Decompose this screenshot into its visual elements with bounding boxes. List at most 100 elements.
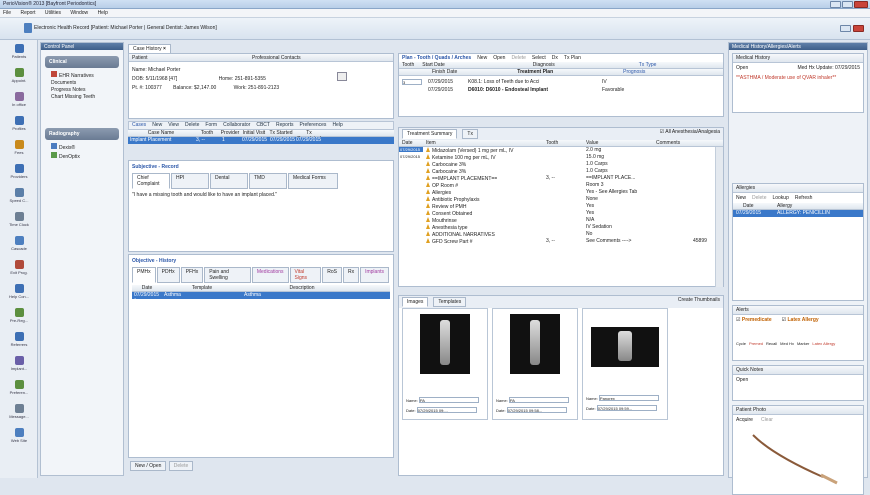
ehr-narratives-item[interactable]: EHR Narratives (51, 71, 113, 80)
radiography-group-header[interactable]: Radiography (45, 128, 119, 140)
medhx-update[interactable]: Med Hx Update: 07/29/2015 (797, 65, 860, 71)
sidebar-item-in-office[interactable]: In office (0, 92, 38, 107)
menu-utilities[interactable]: Utilities (45, 10, 61, 16)
image-thumbnail[interactable]: Name: PA Date: 07/29/2015 09:58... (492, 308, 578, 420)
anesthesia-checkbox[interactable]: ☑ All Anesthesia/Analgesia (660, 129, 720, 139)
menu-file[interactable]: File (3, 10, 11, 16)
delete-button[interactable]: Delete (168, 461, 194, 471)
history-row[interactable]: 07/29/2015 (... Asthma Asthma (132, 292, 390, 304)
tx-row[interactable]: Carbocaine 3% 1.0 Carps (423, 168, 713, 175)
plan-tool-2[interactable]: Delete (511, 55, 525, 61)
case-col-header[interactable]: Tx Started (268, 130, 294, 136)
edit-contacts-icon[interactable] (337, 72, 347, 81)
sidebar-item-implant[interactable]: Implant... (0, 356, 38, 371)
progress-notes-item[interactable]: Progress Notes (51, 87, 113, 94)
sidebar-item-appointment[interactable]: Appoint. (0, 68, 38, 83)
objective-tab[interactable]: Medications (251, 267, 289, 283)
sidebar-item-pre-reg[interactable]: Pre-Reg... (0, 308, 38, 323)
image-name[interactable]: Panorex (598, 395, 659, 401)
plan-tool-1[interactable]: Open (493, 55, 505, 61)
panel-close-button[interactable] (853, 25, 864, 32)
denoptix-item[interactable]: DenOptix (51, 152, 113, 161)
case-col-header[interactable]: Provider (220, 130, 240, 136)
allergy-row[interactable]: 07/29/2015 ALLERGY: PENICILLIN (733, 210, 863, 217)
case-row[interactable]: Implant Placement 3, -- 1 07/29/2015 07/29/2… (128, 137, 394, 144)
panel-restore-button[interactable] (840, 25, 851, 32)
tx-col-header[interactable]: Comments (653, 140, 683, 146)
tx-row[interactable]: ==IMPLANT PLACEMENT== 3, -- ==IMPLANT PLAC… (423, 175, 713, 182)
objective-title[interactable]: Objective - History (129, 255, 393, 267)
tx-row[interactable]: Midazolam (Versed) 1 mg per mL, IV 2.0 mg (423, 147, 713, 154)
allergy-tool-0[interactable]: New (736, 195, 746, 201)
objective-tab[interactable]: PDHx (156, 267, 180, 283)
tab-images[interactable]: Images (402, 297, 429, 307)
clear-button[interactable]: Clear (761, 417, 773, 423)
cases-tool-2[interactable]: View (165, 122, 182, 128)
case-col-header[interactable]: Initial Visit (240, 130, 268, 136)
menu-window[interactable]: Window (70, 10, 88, 16)
tx-col-header[interactable]: Value (583, 140, 653, 146)
tx-date[interactable]: 07/29/2015 (399, 154, 423, 159)
cases-tool-7[interactable]: Reports (273, 122, 297, 128)
subjective-title[interactable]: Subjective - Record (129, 161, 393, 173)
sidebar-item-fees[interactable]: Fees (0, 140, 38, 155)
subjective-tab[interactable]: Chief Complaint (132, 173, 170, 189)
close-tab-icon[interactable]: × (163, 46, 166, 52)
subjective-tab[interactable]: Dental (210, 173, 248, 189)
case-col-header[interactable]: Tooth (194, 130, 220, 136)
dexis-item[interactable]: Dexis® (51, 143, 113, 152)
sidebar-item-patients[interactable]: Patients (0, 44, 38, 59)
open-medhx-button[interactable]: Open (736, 65, 748, 71)
subjective-tab[interactable]: TMD (249, 173, 287, 189)
sidebar-item-exit[interactable]: Exit Prog. (0, 260, 38, 275)
objective-tab[interactable]: Vital Signs (289, 267, 322, 283)
sidebar-item-providers[interactable]: Providers (0, 164, 38, 179)
case-col-header[interactable]: Tx Completed (294, 130, 324, 142)
tx-date[interactable]: 07/29/2015 (399, 147, 423, 152)
image-date[interactable]: 07/29/2015 09:58... (506, 407, 567, 413)
tx-row[interactable]: Mouthrinse N/A (423, 217, 713, 224)
maximize-button[interactable] (842, 1, 853, 8)
close-button[interactable] (854, 1, 868, 8)
history-col-header[interactable]: Template (162, 285, 242, 291)
plan-tool-4[interactable]: Dx (552, 55, 558, 61)
quick-notes-open-button[interactable]: Open (733, 375, 863, 385)
cases-tool-6[interactable]: CBCT (253, 122, 273, 128)
tx-col-header[interactable]: Tooth (543, 140, 583, 146)
sidebar-item-referrers[interactable]: Referrers (0, 332, 38, 347)
plan-tool-3[interactable]: Select (532, 55, 546, 61)
cases-tool-9[interactable]: Help (329, 122, 345, 128)
tx-row[interactable]: Anesthesia type IV Sedation (423, 224, 713, 231)
tx-row[interactable]: GFD Screw Part #3, -- See Comments ----> (423, 238, 713, 245)
acquire-button[interactable]: Acquire (736, 417, 753, 423)
plan-tool-5[interactable]: Tx Plan (564, 55, 581, 61)
objective-tab[interactable]: PFHx (180, 267, 204, 283)
chart-missing-teeth-item[interactable]: Chart Missing Teeth (51, 94, 113, 101)
prognosis[interactable]: Favorable (602, 87, 624, 93)
history-col-header[interactable]: Description (242, 285, 362, 291)
tab-treatment-summary[interactable]: Treatment Summary (402, 129, 458, 139)
tx-scrollbar[interactable] (715, 147, 723, 287)
tab-templates[interactable]: Templates (433, 297, 467, 307)
image-name[interactable]: PA (418, 397, 479, 403)
premedicate-check[interactable]: ☑ Premedicate (736, 317, 772, 323)
cases-tool-1[interactable]: New (149, 122, 165, 128)
new-open-button[interactable]: New / Open (130, 461, 167, 471)
tx-row[interactable]: Review of PMH Yes (423, 203, 713, 210)
plan-tooth[interactable]: 3 (402, 79, 422, 85)
allergy-tool-3[interactable]: Refresh (795, 195, 813, 201)
image-name[interactable]: PA (508, 397, 569, 403)
chief-complaint-text[interactable]: "I have a missing tooth and would like t… (129, 189, 393, 201)
cases-tool-8[interactable]: Preferences (296, 122, 329, 128)
image-thumbnail[interactable]: Name: PA Date: 07/29/2015 09:... (402, 308, 488, 420)
clinical-group-header[interactable]: Clinical (45, 56, 119, 68)
case-col-header[interactable]: Case Name (128, 130, 194, 136)
objective-tab[interactable]: Implants (360, 267, 389, 283)
tx-row[interactable]: Carbocaine 3% 1.0 Carps (423, 161, 713, 168)
image-date[interactable]: 07/29/2015 09:... (416, 407, 477, 413)
tx-type[interactable]: IV (602, 79, 607, 85)
history-col-header[interactable]: Date (132, 285, 162, 291)
tx-row[interactable]: OP Room # Room 3 (423, 182, 713, 189)
allergy-tool-1[interactable]: Delete (752, 195, 766, 201)
sidebar-item-web[interactable]: Web Site (0, 428, 38, 443)
